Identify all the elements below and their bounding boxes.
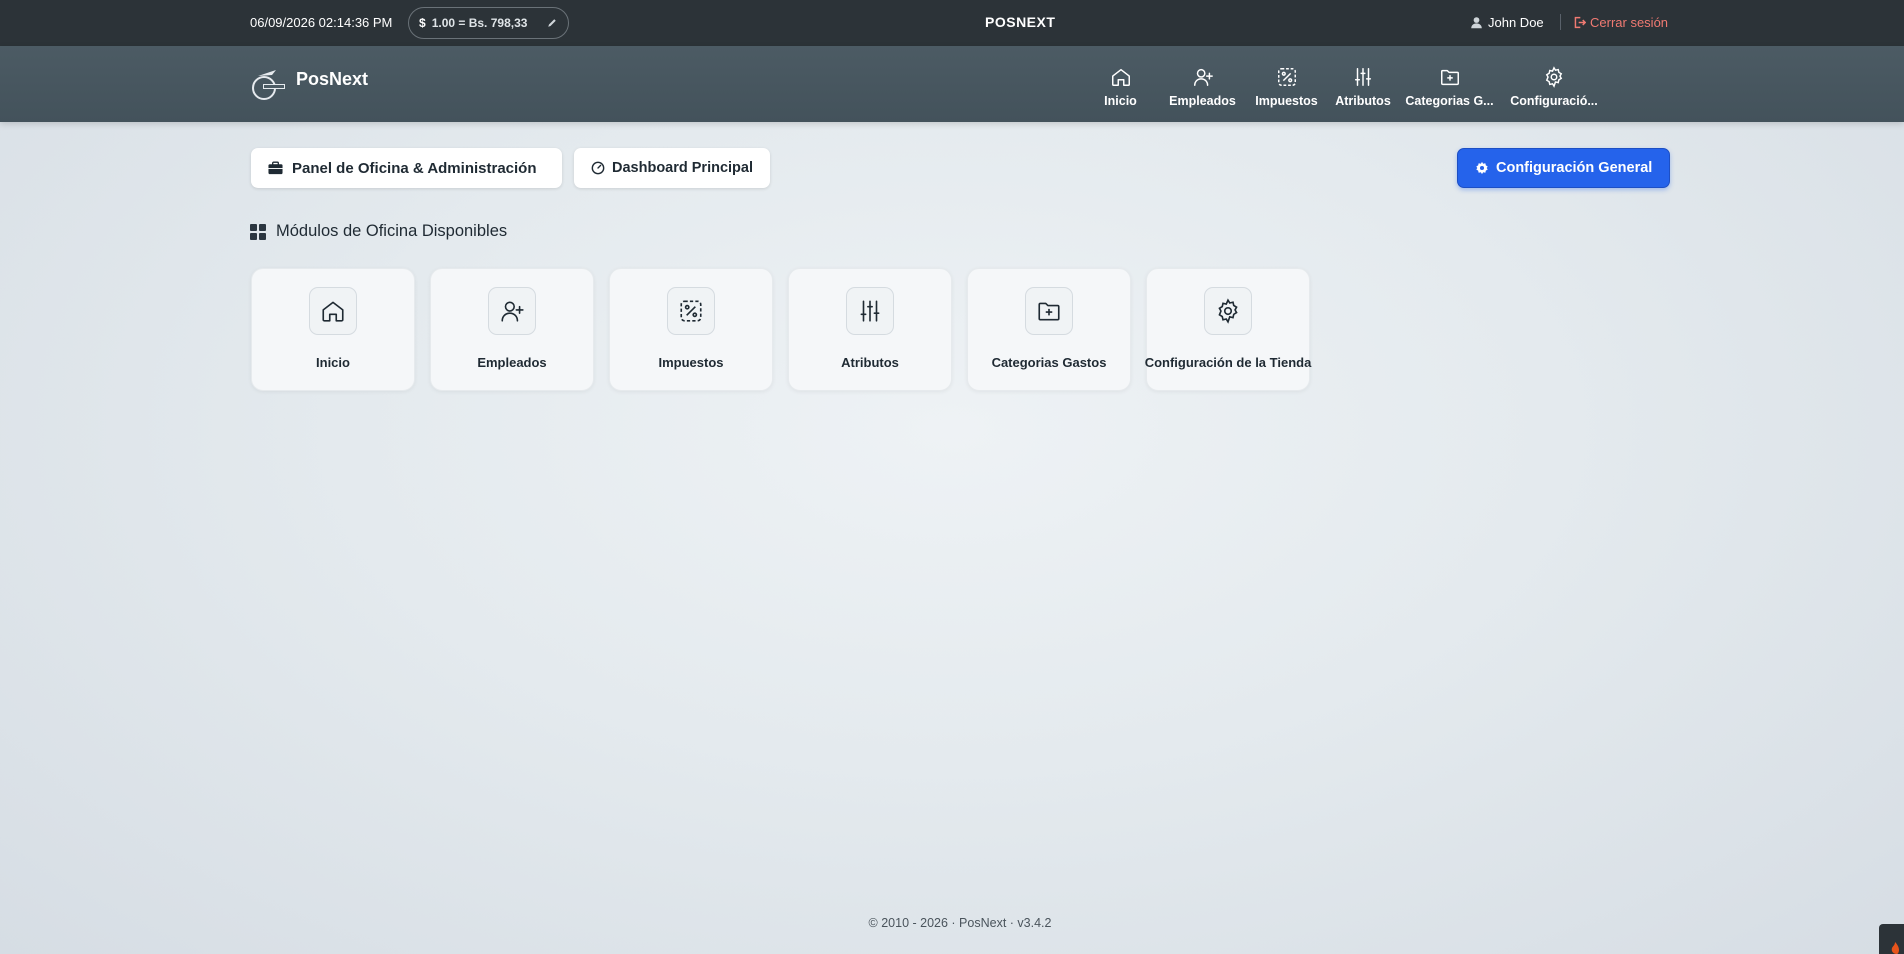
module-card-categorias-gastos[interactable]: Categorias Gastos — [967, 268, 1131, 391]
nav-item-label: Atributos — [1335, 94, 1391, 108]
exchange-rate-text: 1.00 = Bs. 798,33 — [431, 16, 528, 30]
grid-icon — [250, 223, 266, 240]
dashboard-button[interactable]: Dashboard Principal — [574, 148, 770, 188]
pencil-icon[interactable] — [546, 17, 558, 29]
currency-symbol: $ — [419, 16, 426, 30]
logo-icon[interactable] — [250, 66, 286, 102]
module-icon-box — [309, 287, 357, 335]
office-panel-label: Panel de Oficina & Administración — [292, 159, 537, 177]
nav-item-label: Inicio — [1104, 94, 1137, 108]
top-title: POSNEXT — [985, 14, 1056, 30]
module-card-empleados[interactable]: Empleados — [430, 268, 594, 391]
nav-items: Inicio Empleados Impuestos Atributos Cat… — [1090, 46, 1600, 122]
module-icon-box — [488, 287, 536, 335]
user-menu[interactable]: John Doe — [1470, 15, 1544, 30]
nav-item-label: Impuestos — [1255, 94, 1318, 108]
gear-icon — [1545, 66, 1563, 88]
module-card-label: Categorias Gastos — [991, 355, 1107, 370]
user-name: John Doe — [1488, 15, 1544, 30]
home-icon — [1111, 68, 1130, 86]
datetime: 06/09/2026 02:14:36 PM — [250, 15, 393, 30]
module-card-inicio[interactable]: Inicio — [251, 268, 415, 391]
nav-item-categorias-gastos[interactable]: Categorias G... — [1403, 46, 1496, 122]
corner-widget[interactable] — [1879, 924, 1904, 954]
user-icon — [1471, 17, 1482, 29]
user-plus-icon — [1193, 68, 1213, 86]
module-card-label: Configuración de la Tienda — [1144, 355, 1312, 370]
logout-icon — [1574, 16, 1586, 29]
footer-text: © 2010 - 2026 · PosNext · v3.4.2 — [868, 916, 1052, 930]
module-icon-box — [1204, 287, 1252, 335]
sliders-icon — [1354, 68, 1372, 86]
general-config-button[interactable]: Configuración General — [1457, 148, 1670, 188]
module-card-label: Atributos — [841, 355, 899, 370]
modules-title: Módulos de Oficina Disponibles — [276, 222, 508, 240]
nav-item-label: Configuració... — [1510, 94, 1598, 108]
dashboard-label: Dashboard Principal — [612, 160, 754, 176]
modules-section-title: Módulos de Oficina Disponibles — [250, 222, 507, 241]
tax-icon — [680, 300, 702, 322]
flame-icon — [1891, 942, 1899, 954]
module-cards: Inicio Empleados Impuestos Atributos Cat… — [251, 268, 1312, 391]
module-card-configuracion-tienda[interactable]: Configuración de la Tienda — [1144, 268, 1312, 391]
tax-icon — [1277, 68, 1296, 86]
module-card-atributos[interactable]: Atributos — [788, 268, 952, 391]
nav-item-atributos[interactable]: Atributos — [1329, 46, 1397, 122]
nav-item-empleados[interactable]: Empleados — [1161, 46, 1244, 122]
module-card-label: Inicio — [316, 355, 350, 370]
module-card-label: Empleados — [477, 355, 547, 370]
nav-item-label: Categorias G... — [1405, 94, 1494, 108]
nav-item-inicio[interactable]: Inicio — [1091, 46, 1150, 122]
user-plus-icon — [501, 301, 524, 322]
module-icon-box — [846, 287, 894, 335]
home-icon — [322, 301, 344, 322]
gear-icon — [1218, 298, 1238, 324]
exchange-rate-pill[interactable]: $ 1.00 = Bs. 798,33 — [408, 7, 569, 39]
logout-label: Cerrar sesión — [1590, 15, 1669, 30]
app-name[interactable]: PosNext — [296, 69, 368, 90]
top-bar: 06/09/2026 02:14:36 PM $ 1.00 = Bs. 798,… — [0, 0, 1904, 46]
folder-plus-icon — [1440, 69, 1459, 86]
gear-icon — [1476, 161, 1488, 175]
nav-item-configuracion[interactable]: Configuració... — [1508, 46, 1600, 122]
nav-item-label: Empleados — [1169, 94, 1236, 108]
footer: © 2010 - 2026 · PosNext · v3.4.2 — [0, 916, 1904, 930]
module-card-impuestos[interactable]: Impuestos — [609, 268, 773, 391]
module-icon-box — [667, 287, 715, 335]
main-nav: PosNext Inicio Empleados Impuestos Atrib… — [0, 46, 1904, 122]
logout-button[interactable]: Cerrar sesión — [1573, 15, 1668, 30]
divider — [1560, 14, 1561, 30]
general-config-label: Configuración General — [1496, 160, 1653, 176]
sliders-icon — [860, 300, 880, 322]
office-panel-button[interactable]: Panel de Oficina & Administración — [251, 148, 562, 188]
briefcase-icon — [268, 161, 283, 175]
module-icon-box — [1025, 287, 1073, 335]
module-card-label: Impuestos — [658, 355, 724, 370]
nav-item-impuestos[interactable]: Impuestos — [1249, 46, 1324, 122]
gauge-icon — [591, 161, 605, 175]
folder-plus-icon — [1038, 302, 1060, 321]
